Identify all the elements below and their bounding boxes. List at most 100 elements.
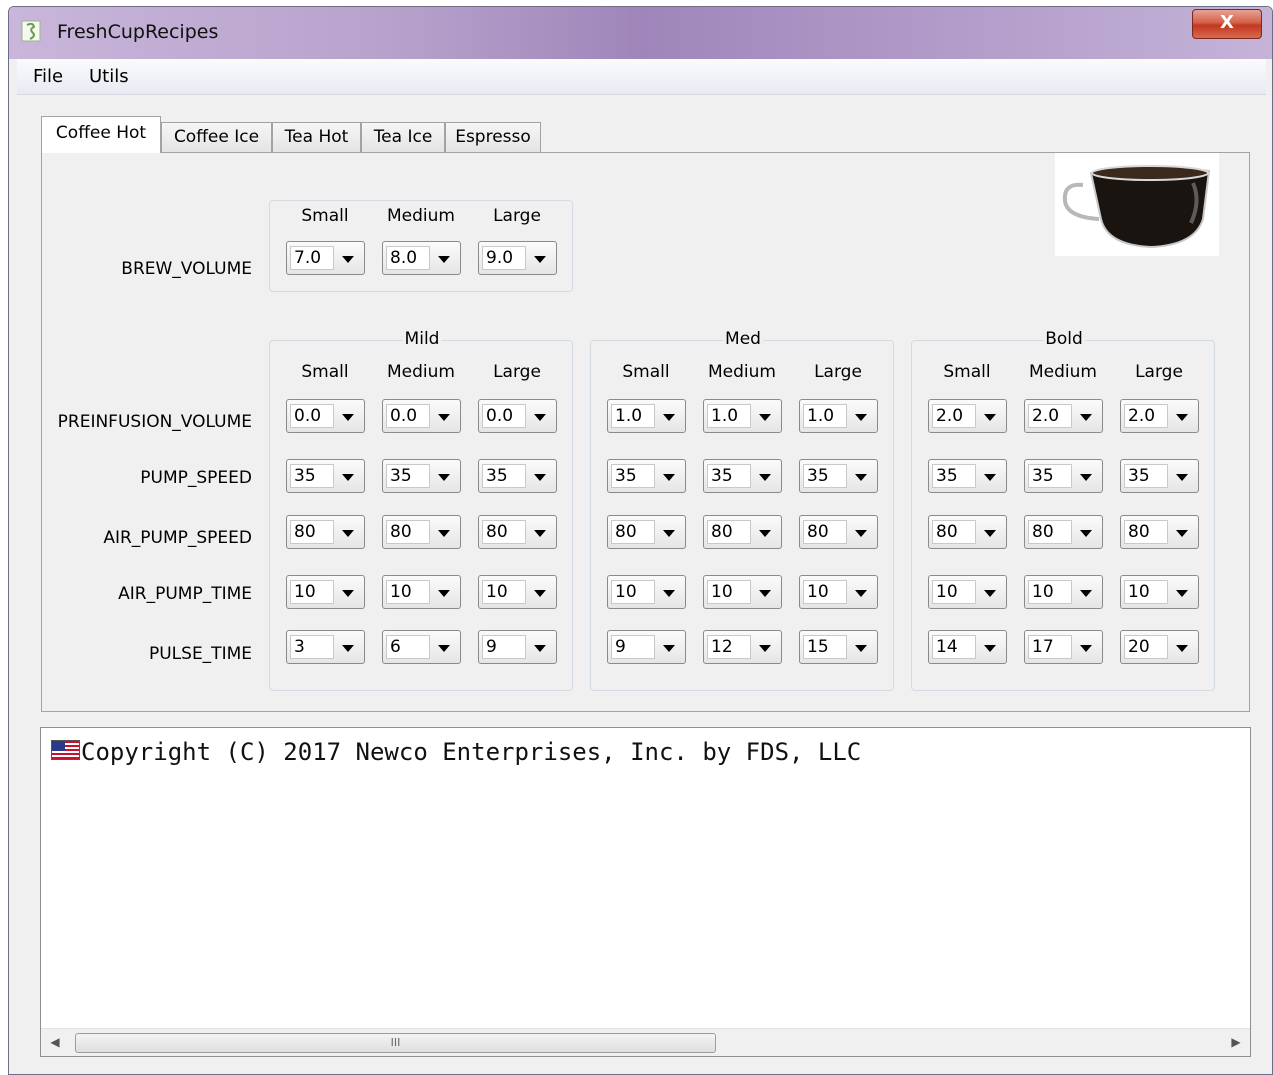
pump-speed-bold-large-select[interactable]: 35 (1120, 459, 1199, 493)
dropdown-arrow-icon[interactable] (1080, 530, 1092, 537)
tab-tea-hot[interactable]: Tea Hot (272, 122, 361, 152)
air-pump-speed-mild-large-select[interactable]: 80 (478, 515, 557, 549)
dropdown-arrow-icon[interactable] (759, 645, 771, 652)
pulse-time-bold-large-select[interactable]: 20 (1120, 630, 1199, 664)
preinfusion-volume-mild-medium-select[interactable]: 0.0 (382, 399, 461, 433)
air-pump-time-bold-small-select[interactable]: 10 (928, 575, 1007, 609)
pulse-time-med-small-select[interactable]: 9 (607, 630, 686, 664)
dropdown-arrow-icon[interactable] (438, 530, 450, 537)
pulse-time-mild-medium-select[interactable]: 6 (382, 630, 461, 664)
pulse-time-med-large-select[interactable]: 15 (799, 630, 878, 664)
dropdown-arrow-icon[interactable] (342, 645, 354, 652)
title-bar[interactable]: FreshCupRecipes X (9, 7, 1272, 59)
dropdown-arrow-icon[interactable] (534, 474, 546, 481)
dropdown-arrow-icon[interactable] (759, 474, 771, 481)
pump-speed-mild-medium-select[interactable]: 35 (382, 459, 461, 493)
tab-coffee-hot[interactable]: Coffee Hot (41, 116, 161, 153)
dropdown-arrow-icon[interactable] (1176, 645, 1188, 652)
dropdown-arrow-icon[interactable] (534, 590, 546, 597)
dropdown-arrow-icon[interactable] (984, 645, 996, 652)
dropdown-arrow-icon[interactable] (1176, 530, 1188, 537)
dropdown-arrow-icon[interactable] (1176, 414, 1188, 421)
pump-speed-mild-small-select[interactable]: 35 (286, 459, 365, 493)
tab-coffee-ice[interactable]: Coffee Ice (161, 122, 272, 152)
air-pump-speed-mild-medium-select[interactable]: 80 (382, 515, 461, 549)
dropdown-arrow-icon[interactable] (342, 256, 354, 263)
dropdown-arrow-icon[interactable] (438, 590, 450, 597)
preinfusion-volume-mild-large-select[interactable]: 0.0 (478, 399, 557, 433)
dropdown-arrow-icon[interactable] (1176, 590, 1188, 597)
dropdown-arrow-icon[interactable] (1080, 645, 1092, 652)
pump-speed-med-small-select[interactable]: 35 (607, 459, 686, 493)
dropdown-arrow-icon[interactable] (984, 414, 996, 421)
dropdown-arrow-icon[interactable] (1080, 414, 1092, 421)
tab-espresso[interactable]: Espresso (445, 122, 541, 152)
pump-speed-bold-small-select[interactable]: 35 (928, 459, 1007, 493)
pulse-time-mild-small-select[interactable]: 3 (286, 630, 365, 664)
dropdown-arrow-icon[interactable] (759, 530, 771, 537)
scroll-right-arrow-icon[interactable]: ▶ (1226, 1035, 1246, 1051)
air-pump-speed-bold-small-select[interactable]: 80 (928, 515, 1007, 549)
dropdown-arrow-icon[interactable] (663, 530, 675, 537)
brew-volume-medium-select[interactable]: 8.0 (382, 241, 461, 275)
air-pump-time-mild-large-select[interactable]: 10 (478, 575, 557, 609)
air-pump-time-mild-small-select[interactable]: 10 (286, 575, 365, 609)
scroll-thumb[interactable]: III (75, 1033, 716, 1053)
dropdown-arrow-icon[interactable] (663, 474, 675, 481)
brew-volume-large-select[interactable]: 9.0 (478, 241, 557, 275)
dropdown-arrow-icon[interactable] (534, 645, 546, 652)
preinfusion-volume-med-large-select[interactable]: 1.0 (799, 399, 878, 433)
pulse-time-med-medium-select[interactable]: 12 (703, 630, 782, 664)
air-pump-time-bold-large-select[interactable]: 10 (1120, 575, 1199, 609)
dropdown-arrow-icon[interactable] (534, 256, 546, 263)
dropdown-arrow-icon[interactable] (759, 414, 771, 421)
dropdown-arrow-icon[interactable] (855, 414, 867, 421)
dropdown-arrow-icon[interactable] (438, 474, 450, 481)
air-pump-time-bold-medium-select[interactable]: 10 (1024, 575, 1103, 609)
dropdown-arrow-icon[interactable] (663, 645, 675, 652)
dropdown-arrow-icon[interactable] (1176, 474, 1188, 481)
menu-utils[interactable]: Utils (89, 66, 129, 87)
dropdown-arrow-icon[interactable] (1080, 474, 1092, 481)
dropdown-arrow-icon[interactable] (855, 530, 867, 537)
preinfusion-volume-med-small-select[interactable]: 1.0 (607, 399, 686, 433)
preinfusion-volume-bold-large-select[interactable]: 2.0 (1120, 399, 1199, 433)
air-pump-time-med-large-select[interactable]: 10 (799, 575, 878, 609)
console-output[interactable]: Copyright (C) 2017 Newco Enterprises, In… (40, 727, 1251, 1057)
air-pump-speed-mild-small-select[interactable]: 80 (286, 515, 365, 549)
pulse-time-bold-small-select[interactable]: 14 (928, 630, 1007, 664)
dropdown-arrow-icon[interactable] (855, 590, 867, 597)
pump-speed-med-medium-select[interactable]: 35 (703, 459, 782, 493)
pump-speed-mild-large-select[interactable]: 35 (478, 459, 557, 493)
dropdown-arrow-icon[interactable] (342, 474, 354, 481)
horizontal-scrollbar[interactable]: ◀ III ▶ (41, 1028, 1250, 1056)
dropdown-arrow-icon[interactable] (984, 474, 996, 481)
dropdown-arrow-icon[interactable] (438, 414, 450, 421)
scroll-left-arrow-icon[interactable]: ◀ (45, 1035, 65, 1051)
preinfusion-volume-bold-medium-select[interactable]: 2.0 (1024, 399, 1103, 433)
dropdown-arrow-icon[interactable] (438, 256, 450, 263)
dropdown-arrow-icon[interactable] (534, 414, 546, 421)
dropdown-arrow-icon[interactable] (342, 414, 354, 421)
dropdown-arrow-icon[interactable] (984, 590, 996, 597)
air-pump-speed-med-medium-select[interactable]: 80 (703, 515, 782, 549)
dropdown-arrow-icon[interactable] (855, 645, 867, 652)
pulse-time-mild-large-select[interactable]: 9 (478, 630, 557, 664)
dropdown-arrow-icon[interactable] (855, 474, 867, 481)
air-pump-speed-bold-large-select[interactable]: 80 (1120, 515, 1199, 549)
dropdown-arrow-icon[interactable] (663, 590, 675, 597)
preinfusion-volume-med-medium-select[interactable]: 1.0 (703, 399, 782, 433)
menu-file[interactable]: File (33, 66, 63, 87)
air-pump-time-med-small-select[interactable]: 10 (607, 575, 686, 609)
dropdown-arrow-icon[interactable] (534, 530, 546, 537)
pump-speed-med-large-select[interactable]: 35 (799, 459, 878, 493)
pump-speed-bold-medium-select[interactable]: 35 (1024, 459, 1103, 493)
dropdown-arrow-icon[interactable] (342, 590, 354, 597)
dropdown-arrow-icon[interactable] (984, 530, 996, 537)
tab-tea-ice[interactable]: Tea Ice (361, 122, 445, 152)
dropdown-arrow-icon[interactable] (342, 530, 354, 537)
dropdown-arrow-icon[interactable] (759, 590, 771, 597)
dropdown-arrow-icon[interactable] (1080, 590, 1092, 597)
preinfusion-volume-bold-small-select[interactable]: 2.0 (928, 399, 1007, 433)
dropdown-arrow-icon[interactable] (438, 645, 450, 652)
